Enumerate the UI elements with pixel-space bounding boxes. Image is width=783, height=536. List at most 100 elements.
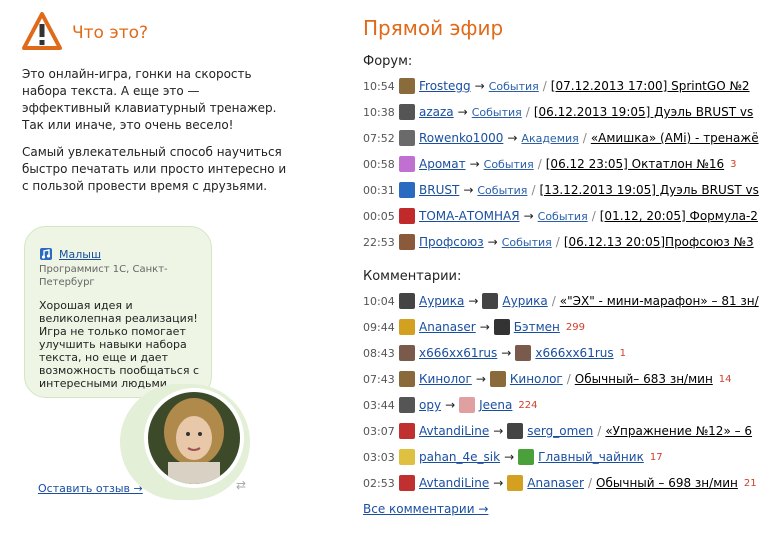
arrow: → xyxy=(493,476,504,490)
separator: / xyxy=(597,424,602,438)
review-content: Малыш Программист 1С, Санкт-Петербург Хо… xyxy=(39,247,199,391)
arrow: → xyxy=(474,79,485,93)
user-avatar xyxy=(399,182,415,198)
topic-link[interactable]: [01.12, 20:05] Формула-2 xyxy=(600,209,758,223)
comment-row: 07:43 Кинолог → Кинолог / Обычный– 683 зн/мин… xyxy=(363,366,783,392)
comment-time: 10:04 xyxy=(363,294,395,308)
separator: / xyxy=(588,476,593,490)
comment-time: 07:43 xyxy=(363,372,395,386)
user-avatar xyxy=(399,345,415,361)
user-avatar xyxy=(482,293,499,309)
forum-row: 22:53 Профсоюз → События / [06.12.13 20:05]Пр… xyxy=(363,229,783,255)
target-user-link[interactable]: Jeena xyxy=(479,398,512,412)
leave-review-link[interactable]: Оставить отзыв → xyxy=(38,482,143,495)
topic-link[interactable]: [07.12.2013 17:00] SprintGO №2 xyxy=(551,79,750,93)
forum-row: 00:58 Аромат → События / [06.12 23:05] Октатл… xyxy=(363,151,783,177)
user-avatar xyxy=(399,475,415,491)
separator: / xyxy=(531,183,536,197)
target-user-link[interactable]: Главный_чайник xyxy=(538,450,644,464)
commenter-link[interactable]: ору xyxy=(419,398,441,412)
user-avatar xyxy=(399,234,415,250)
topic-link[interactable]: «Амишка» (AMi) - тренажё xyxy=(591,131,759,145)
commenter-link[interactable]: pahan_4e_sik xyxy=(419,450,500,464)
category-link[interactable]: События xyxy=(472,106,522,119)
post-time: 10:54 xyxy=(363,79,395,93)
arrow: → xyxy=(501,346,512,360)
category-link[interactable]: События xyxy=(538,210,588,223)
commenter-link[interactable]: AvtandiLine xyxy=(419,476,489,490)
user-avatar xyxy=(507,423,524,439)
separator: / xyxy=(555,235,560,249)
target-user-link[interactable]: serg_omen xyxy=(527,424,593,438)
comment-row: 02:53 AvtandiLine → Ananaser / Обычный – 698 … xyxy=(363,470,783,496)
category-link[interactable]: Академия xyxy=(521,132,578,145)
arrow: → xyxy=(445,398,456,412)
refresh-icon[interactable]: ⇄ xyxy=(236,478,248,492)
target-user-link[interactable]: Бэтмен xyxy=(514,320,560,334)
comment-count: 14 xyxy=(718,373,732,385)
user-avatar xyxy=(489,371,506,387)
user-avatar xyxy=(399,104,415,120)
comment-count: 21 xyxy=(743,477,757,489)
separator: / xyxy=(591,209,596,223)
reviewer-job: Программист 1С, Санкт-Петербург xyxy=(39,264,168,288)
live-feed: Прямой эфир Форум: 10:54 Frostegg → События… xyxy=(363,16,783,516)
comment-time: 03:44 xyxy=(363,398,395,412)
topic-link[interactable]: [13.12.2013 19:05] Дуэль BRUST vs xyxy=(539,183,758,197)
arrow: → xyxy=(523,209,534,223)
user-avatar xyxy=(515,345,532,361)
category-link[interactable]: События xyxy=(502,236,552,249)
commenter-link[interactable]: x666xx61rus xyxy=(419,346,497,360)
comment-row: 03:44 ору → Jeena 224 xyxy=(363,392,783,418)
separator: / xyxy=(566,372,571,386)
comment-row: 08:43 x666xx61rus → x666xx61rus 1 xyxy=(363,340,783,366)
user-avatar xyxy=(518,449,535,465)
target-user-link[interactable]: Кинолог xyxy=(510,372,563,386)
forum-row: 00:05 ТОМА-АТОМНАЯ → События / [01.12, 20:05]… xyxy=(363,203,783,229)
user-avatar xyxy=(399,319,415,335)
about-header: Что это? xyxy=(22,12,312,52)
commenter-link[interactable]: AvtandiLine xyxy=(419,424,489,438)
category-link[interactable]: События xyxy=(484,158,534,171)
warning-icon xyxy=(22,12,62,50)
commenter-link[interactable]: Кинолог xyxy=(419,372,472,386)
comment-row: 09:44 Ananaser → Бэтмен 299 xyxy=(363,314,783,340)
separator: / xyxy=(551,294,556,308)
reply-count: 3 xyxy=(730,158,737,170)
user-link[interactable]: ТОМА-АТОМНАЯ xyxy=(419,209,520,223)
about-section: Что это? Это онлайн-игра, гонки на скоро… xyxy=(22,12,312,195)
category-link[interactable]: События xyxy=(477,184,527,197)
user-avatar xyxy=(493,319,510,335)
review-text: Хорошая идея и великолепная реализация! … xyxy=(39,299,199,390)
commenter-link[interactable]: Аурика xyxy=(419,294,464,308)
commenter-link[interactable]: Ananaser xyxy=(419,320,476,334)
user-link[interactable]: Frostegg xyxy=(419,79,471,93)
post-time: 10:38 xyxy=(363,105,395,119)
user-avatar xyxy=(399,449,415,465)
all-comments-link[interactable]: Все комментарии → xyxy=(363,502,488,516)
user-avatar xyxy=(399,130,415,146)
about-paragraph-2: Самый увлекательный способ научиться быс… xyxy=(22,145,287,193)
user-link[interactable]: BRUST xyxy=(419,183,459,197)
topic-link[interactable]: «Упражнение №12» – 6 xyxy=(605,424,752,438)
comment-count: 17 xyxy=(649,451,663,463)
target-user-link[interactable]: x666xx61rus xyxy=(535,346,613,360)
reviewer-name-link[interactable]: Малыш xyxy=(59,248,101,261)
user-link[interactable]: Профсоюз xyxy=(419,235,484,249)
topic-link[interactable]: «"ЭХ" - мини-марафон» – 81 зн/ xyxy=(560,294,759,308)
topic-link[interactable]: [06.12.13 20:05]Профсоюз №3 xyxy=(564,235,754,249)
user-link[interactable]: Rowenko1000 xyxy=(419,131,503,145)
comment-row: 10:04 Аурика → Аурика / «"ЭХ" - мини-марафон»… xyxy=(363,288,783,314)
topic-link[interactable]: Обычный– 683 зн/мин xyxy=(575,372,713,386)
separator: / xyxy=(582,131,587,145)
target-user-link[interactable]: Ananaser xyxy=(527,476,584,490)
post-time: 07:52 xyxy=(363,131,395,145)
user-link[interactable]: Аромат xyxy=(419,157,466,171)
user-avatar xyxy=(399,397,415,413)
target-user-link[interactable]: Аурика xyxy=(502,294,547,308)
topic-link[interactable]: [06.12 23:05] Октатлон №16 xyxy=(546,157,724,171)
topic-link[interactable]: [06.12.2013 19:05] Дуэль BRUST vs xyxy=(534,105,753,119)
user-link[interactable]: azaza xyxy=(419,105,454,119)
category-link[interactable]: События xyxy=(489,80,539,93)
topic-link[interactable]: Обычный – 698 зн/мин xyxy=(596,476,738,490)
